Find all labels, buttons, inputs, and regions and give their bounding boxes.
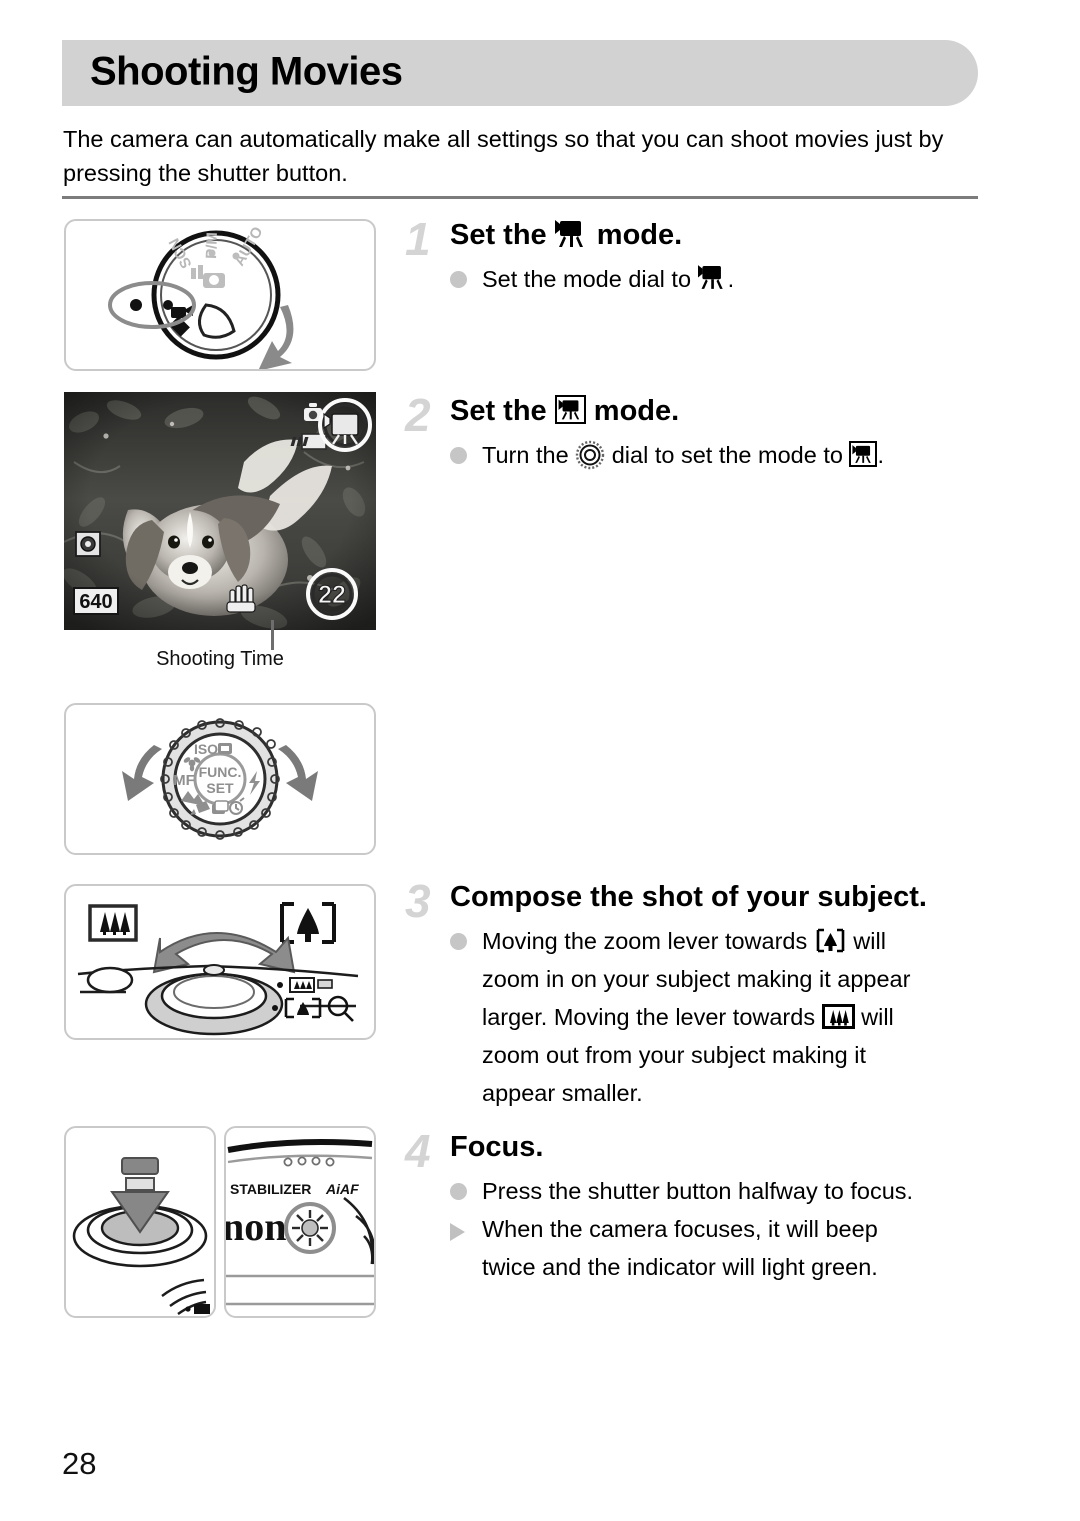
step-2-body: Turn the dial to set the mode to . bbox=[450, 436, 884, 474]
page-title: Shooting Movies bbox=[90, 49, 403, 94]
dial-set-label: SET bbox=[206, 780, 234, 796]
bullet-dot-icon bbox=[450, 271, 467, 288]
step-3-line-3-after: will bbox=[854, 1004, 894, 1030]
magnifier-icon bbox=[327, 995, 354, 1022]
step-1-bullet-1: Set the mode dial to . bbox=[450, 260, 734, 298]
control-dial-illustration: FUNC. SET ISO MF bbox=[64, 703, 376, 855]
movie-mode-icon bbox=[554, 219, 589, 248]
movie-mode-boxed-icon bbox=[849, 441, 878, 467]
movie-mode-boxed-icon bbox=[554, 395, 586, 424]
shutter-press-svg bbox=[72, 1157, 210, 1315]
lcd-caption: Shooting Time bbox=[156, 648, 284, 670]
page-number: 28 bbox=[62, 1446, 97, 1481]
step-3-bullet-1: Moving the zoom lever towards will bbox=[450, 922, 910, 960]
brand-label: non bbox=[226, 1204, 287, 1249]
step-1-heading-after: mode. bbox=[588, 219, 683, 251]
step-1-heading-before: Set the bbox=[450, 219, 555, 251]
power-button bbox=[86, 966, 134, 994]
movie-mode-icon bbox=[697, 263, 728, 289]
step-2-heading-after: mode. bbox=[585, 395, 680, 427]
mode-dial-svg: AUTO P/M SCN bbox=[108, 224, 294, 369]
step-3-line-1-before: Moving the zoom lever towards bbox=[482, 928, 814, 954]
step-3-line-3-before: larger. Moving the lever towards bbox=[482, 1004, 822, 1030]
dial-display-icon bbox=[218, 743, 232, 754]
step-2-number: 2 bbox=[405, 389, 431, 441]
lens-edge bbox=[343, 1196, 374, 1265]
page-header-bar: Shooting Movies bbox=[62, 40, 978, 106]
stabilizer-label: STABILIZER bbox=[230, 1181, 311, 1197]
lcd-resolution-value: 640 bbox=[79, 591, 112, 613]
step-3-heading: Compose the shot of your subject. bbox=[450, 881, 927, 913]
lcd-caption-leader-line bbox=[271, 620, 274, 650]
step-3-line-5: appear smaller. bbox=[482, 1080, 643, 1106]
wide-angle-icon bbox=[88, 904, 138, 942]
step-2-bullet-1-before: Turn the bbox=[482, 442, 576, 468]
step-1-heading: Set the mode. bbox=[450, 218, 682, 252]
lcd-scene-svg: 640 22 bbox=[64, 392, 376, 630]
camera-tele-mark bbox=[284, 997, 322, 1019]
dial-arrow-right-icon bbox=[278, 745, 318, 801]
bullet-dot-icon bbox=[450, 447, 467, 464]
step-2-bullet-1-mid: dial to set the mode to bbox=[605, 442, 850, 468]
af-lamp-svg: STABILIZER AiAF non bbox=[226, 1139, 374, 1306]
step-2-heading-before: Set the bbox=[450, 395, 555, 427]
step-1-bullet-1-before: Set the mode dial to bbox=[482, 266, 698, 292]
camera-zoom-marks bbox=[272, 977, 354, 1022]
step-4-bullet-2: When the camera focuses, it will beep bbox=[450, 1210, 913, 1248]
control-dial-svg: FUNC. SET ISO MF bbox=[122, 718, 318, 840]
step-1-bullet-1-after: . bbox=[727, 266, 735, 292]
step-1-number: 1 bbox=[405, 213, 431, 265]
telephoto-icon bbox=[280, 902, 336, 944]
mode-dial-illustration: AUTO P/M SCN bbox=[64, 219, 376, 371]
dial-func-label: FUNC. bbox=[199, 764, 242, 780]
step-4-body: Press the shutter button halfway to focu… bbox=[450, 1172, 913, 1286]
step-3-body: Moving the zoom lever towards will zoom … bbox=[450, 922, 910, 1112]
shutter-button-illustration bbox=[64, 1126, 216, 1318]
dial-iso-label: ISO bbox=[194, 741, 218, 757]
control-dial-icon bbox=[575, 440, 605, 470]
step-3-line-1-after: will bbox=[846, 928, 886, 954]
bullet-triangle-icon bbox=[450, 1223, 465, 1241]
af-assist-lamp bbox=[284, 1202, 336, 1254]
step-2-heading: Set the mode. bbox=[450, 394, 679, 428]
step-4-number: 4 bbox=[405, 1125, 431, 1177]
microphone-holes bbox=[283, 1156, 335, 1167]
dial-arrow-left-icon bbox=[122, 745, 162, 801]
step-3-number: 3 bbox=[405, 875, 431, 927]
bullet-dot-icon bbox=[450, 1183, 467, 1200]
telephoto-icon bbox=[814, 926, 847, 953]
af-assist-lamp-illustration: STABILIZER AiAF non bbox=[224, 1126, 376, 1318]
dial-mf-label: MF bbox=[173, 772, 195, 789]
step-1-body: Set the mode dial to . bbox=[450, 260, 734, 298]
step-3-line-4: zoom out from your subject making it bbox=[482, 1042, 866, 1068]
step-4-line-1: Press the shutter button halfway to focu… bbox=[482, 1178, 914, 1204]
step-3-line-3: larger. Moving the lever towards will bbox=[450, 998, 910, 1036]
lcd-shooting-time-value: 22 bbox=[318, 581, 346, 609]
intro-paragraph: The camera can automatically make all se… bbox=[63, 126, 944, 186]
step-4-line-3: twice and the indicator will light green… bbox=[482, 1254, 878, 1280]
step-4-bullet-1: Press the shutter button halfway to focu… bbox=[450, 1172, 913, 1210]
step-2-bullet-1: Turn the dial to set the mode to . bbox=[450, 436, 884, 474]
aiaf-label: AiAF bbox=[325, 1181, 359, 1197]
step-2-bullet-1-after: . bbox=[877, 442, 885, 468]
step-4-line-2: When the camera focuses, it will beep bbox=[482, 1216, 878, 1242]
lcd-resolution-indicator: 640 bbox=[73, 587, 119, 615]
bullet-dot-icon bbox=[450, 933, 467, 950]
zoom-lever-svg bbox=[77, 902, 359, 1036]
step-3-line-2: zoom in on your subject making it appear bbox=[482, 966, 911, 992]
lcd-preview: 640 22 bbox=[64, 392, 376, 630]
zoom-lever-illustration bbox=[64, 884, 376, 1040]
header-divider bbox=[62, 196, 978, 199]
lcd-metering-icon bbox=[75, 531, 101, 557]
step-4-heading: Focus. bbox=[450, 1131, 544, 1163]
wide-angle-icon bbox=[821, 1002, 855, 1029]
